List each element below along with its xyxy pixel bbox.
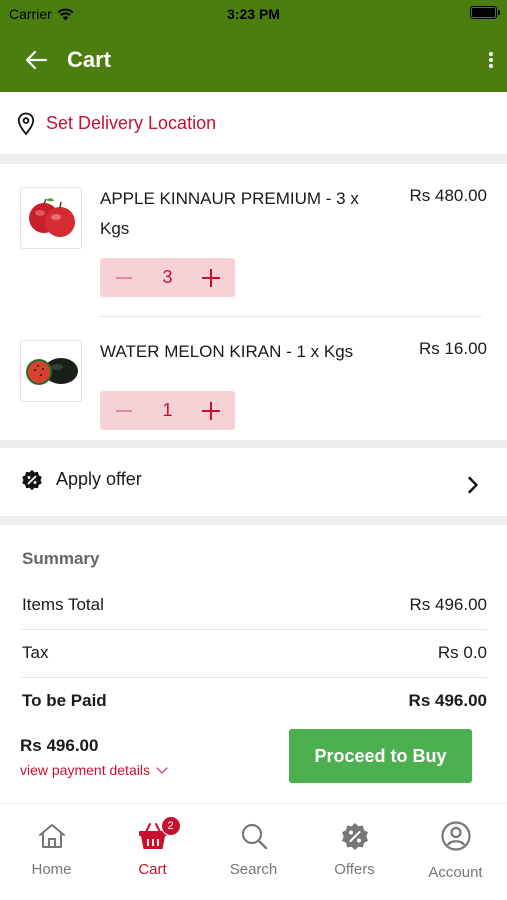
view-payment-details-link[interactable]: view payment details bbox=[20, 762, 168, 778]
summary-label: Tax bbox=[22, 643, 49, 662]
cart-item: APPLE KINNAUR PREMIUM - 3 x Kgs Rs 480.0… bbox=[0, 164, 507, 317]
apply-offer-row[interactable]: Apply offer bbox=[0, 448, 507, 516]
summary-value: Rs 496.00 bbox=[409, 595, 488, 614]
tab-cart[interactable]: 2 Cart bbox=[102, 804, 203, 900]
summary-heading: Summary bbox=[22, 549, 100, 568]
discount-badge-icon bbox=[341, 823, 368, 850]
tab-label: Offers bbox=[334, 861, 375, 878]
item-price: Rs 16.00 bbox=[418, 339, 487, 358]
tab-home[interactable]: Home bbox=[1, 804, 102, 900]
summary-value: Rs 496.00 bbox=[408, 691, 487, 710]
tab-account[interactable]: Account bbox=[405, 804, 506, 900]
quantity-value: 3 bbox=[162, 267, 173, 287]
tab-label: Account bbox=[428, 864, 483, 881]
basket-icon: 2 bbox=[137, 816, 181, 852]
arrow-left-icon[interactable] bbox=[22, 46, 50, 74]
chevron-down-icon bbox=[156, 762, 168, 774]
tab-label: Home bbox=[31, 861, 72, 878]
chevron-right-icon bbox=[468, 476, 478, 494]
app-header: Carrier 3:23 PM Cart bbox=[0, 0, 507, 92]
tab-label: Search bbox=[229, 861, 278, 878]
item-price: Rs 480.00 bbox=[409, 186, 488, 205]
cart-count-badge: 2 bbox=[160, 816, 181, 836]
page-title: Cart bbox=[67, 47, 112, 72]
item-name: APPLE KINNAUR PREMIUM - 3 x Kgs bbox=[100, 189, 359, 238]
status-time: 3:23 PM bbox=[227, 6, 280, 22]
order-summary: Summary Items Total Rs 496.00 Tax Rs 0.0… bbox=[0, 525, 507, 725]
summary-row-to-be-paid: To be Paid Rs 496.00 bbox=[22, 677, 487, 725]
tab-offers[interactable]: Offers bbox=[304, 804, 405, 900]
account-icon bbox=[440, 821, 471, 851]
cart-item: WATER MELON KIRAN - 1 x Kgs Rs 16.00 1 bbox=[0, 317, 507, 440]
app-bar: Cart bbox=[0, 38, 507, 82]
quantity-value: 1 bbox=[162, 400, 173, 420]
delivery-location-label: Set Delivery Location bbox=[46, 113, 217, 133]
section-divider bbox=[0, 516, 507, 525]
quantity-stepper: 3 bbox=[100, 258, 235, 297]
quantity-stepper: 1 bbox=[100, 391, 235, 430]
summary-row-items-total: Items Total Rs 496.00 bbox=[22, 581, 487, 629]
summary-label: Items Total bbox=[22, 595, 104, 614]
tab-search[interactable]: Search bbox=[203, 804, 304, 900]
checkout-bar: Rs 496.00 view payment details Proceed t… bbox=[0, 725, 507, 803]
section-divider bbox=[0, 154, 507, 164]
summary-label: To be Paid bbox=[22, 691, 107, 710]
proceed-to-buy-button[interactable]: Proceed to Buy bbox=[289, 729, 472, 783]
tab-label: Cart bbox=[138, 861, 167, 878]
section-divider bbox=[0, 440, 507, 448]
more-vertical-icon[interactable] bbox=[485, 48, 497, 72]
home-icon bbox=[38, 824, 65, 848]
decrease-quantity-button[interactable] bbox=[114, 401, 134, 421]
increase-quantity-button[interactable] bbox=[201, 401, 221, 421]
cart-items-list: APPLE KINNAUR PREMIUM - 3 x Kgs Rs 480.0… bbox=[0, 164, 507, 440]
item-name: WATER MELON KIRAN - 1 x Kgs bbox=[100, 342, 354, 361]
set-delivery-location[interactable]: Set Delivery Location bbox=[0, 92, 507, 154]
bottom-tab-bar: Home 2 Cart Search Offers Account bbox=[0, 803, 507, 900]
summary-row-tax: Tax Rs 0.0 bbox=[22, 629, 487, 677]
summary-value: Rs 0.0 bbox=[437, 643, 487, 662]
search-icon bbox=[241, 823, 267, 850]
status-bar: Carrier 3:23 PM bbox=[0, 0, 507, 28]
discount-badge-icon bbox=[22, 470, 42, 491]
decrease-quantity-button[interactable] bbox=[114, 268, 134, 288]
battery-icon bbox=[470, 6, 500, 19]
increase-quantity-button[interactable] bbox=[201, 268, 221, 288]
location-pin-icon bbox=[17, 112, 35, 136]
apply-offer-label: Apply offer bbox=[56, 469, 142, 489]
watermelon-image bbox=[20, 340, 82, 402]
apple-image bbox=[20, 187, 82, 249]
checkout-total: Rs 496.00 bbox=[20, 736, 99, 755]
payment-details-label: view payment details bbox=[20, 762, 150, 778]
